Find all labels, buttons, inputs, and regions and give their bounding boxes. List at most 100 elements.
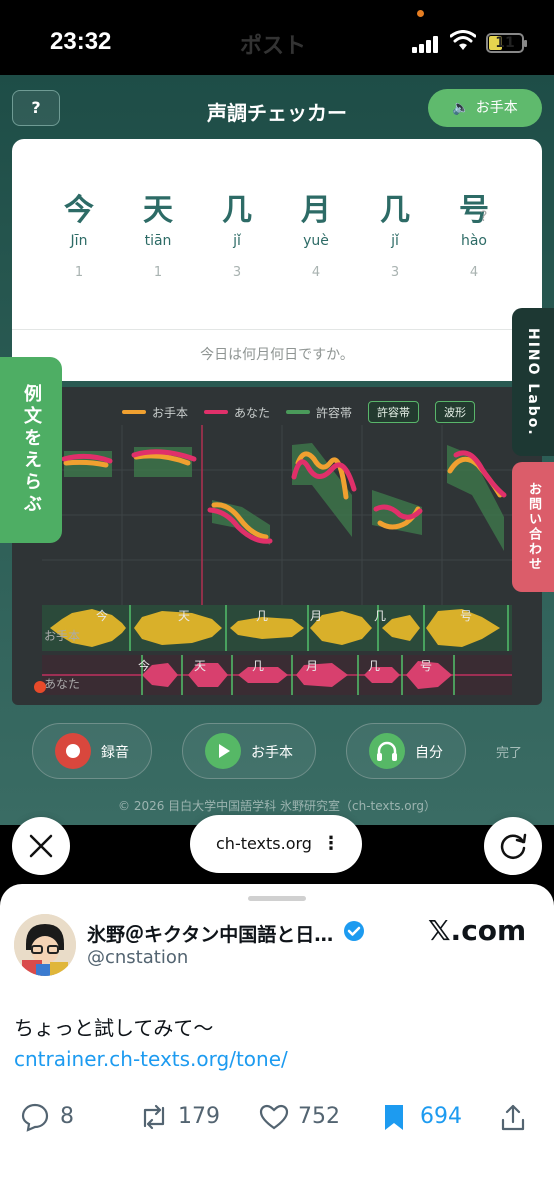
sentence-question-mark: ? xyxy=(480,209,488,225)
author-name[interactable]: 氷野＠キクタン中国語と日… xyxy=(87,920,387,947)
record-label: 録音 xyxy=(101,745,129,761)
band-toggle[interactable]: 許容帯 xyxy=(368,401,420,423)
verified-badge-icon xyxy=(344,921,364,941)
tweet-text: ちょっと試してみて〜 xyxy=(14,1016,214,1040)
status-bar: 23:32 ポスト 11 xyxy=(0,0,554,75)
pitch-panel: お手本 あなた 許容帯 許容帯 波形 今 天 几 月 几 号 今 天 几 月 几… xyxy=(12,387,542,705)
play-icon xyxy=(205,733,241,769)
reload-icon xyxy=(500,833,527,859)
model-waveform xyxy=(42,605,512,651)
syllable-2: 天 tiān 1 xyxy=(128,191,188,280)
syllable-1: 今 Jīn 1 xyxy=(49,191,109,280)
record-icon xyxy=(55,733,91,769)
retweet-count: 179 xyxy=(178,1104,220,1129)
reply-icon xyxy=(21,1103,49,1132)
pinyin: yuè xyxy=(303,233,329,249)
play-model-control[interactable]: お手本 xyxy=(182,723,316,779)
choose-sentence-tab[interactable]: 例文をえらぶ xyxy=(0,357,62,543)
tweet-sheet: 氷野＠キクタン中国語と日… @cnstation 𝕏.com ちょっと試してみて… xyxy=(0,884,554,1200)
record-button[interactable]: 録音 xyxy=(32,723,152,779)
hanzi: 天 xyxy=(143,193,173,228)
pinyin: tiān xyxy=(144,233,172,249)
done-label[interactable]: 完了 xyxy=(496,742,522,761)
reply-count: 8 xyxy=(60,1104,74,1129)
status-time: 23:32 xyxy=(50,28,112,55)
legend-model: お手本 xyxy=(122,404,188,421)
close-icon xyxy=(29,834,53,858)
user-wave-label: あなた xyxy=(44,677,81,691)
tone-number: 1 xyxy=(153,265,163,280)
hino-labo-tab[interactable]: HINO Labo. xyxy=(512,308,554,456)
model-curves xyxy=(63,451,503,540)
share-icon xyxy=(501,1104,525,1131)
user-seg-label: 几 xyxy=(368,659,381,673)
pinyin: Jīn xyxy=(70,233,88,249)
syllable-4: 月 yuè 4 xyxy=(286,191,346,280)
model-seg-label: 天 xyxy=(178,609,191,623)
model-wave-label: お手本 xyxy=(44,629,81,643)
more-icon[interactable]: ⋮ xyxy=(322,815,340,873)
legend-band: 許容帯 xyxy=(286,404,352,421)
model-seg-label: 今 xyxy=(96,609,109,623)
speaker-icon: 🔈 xyxy=(452,100,470,116)
share-button[interactable] xyxy=(498,1099,532,1135)
wifi-icon xyxy=(450,30,476,50)
sentence-card: 今 Jīn 1 天 tiān 1 几 jǐ 3 月 yuè 4 几 jǐ 3 号… xyxy=(12,139,542,381)
syllable-6: 号 hào 4 xyxy=(444,191,504,280)
translation-text: 今日は何月何日ですか。 xyxy=(200,347,354,363)
retweet-button[interactable]: 179 xyxy=(138,1099,228,1135)
hanzi: 今 xyxy=(64,193,94,228)
signal-icon xyxy=(412,35,442,53)
tweet-link[interactable]: cntrainer.ch-texts.org/tone/ xyxy=(14,1047,288,1071)
battery-level: 11 xyxy=(495,35,515,51)
heart-icon xyxy=(259,1104,289,1130)
user-seg-label: 月 xyxy=(306,659,319,673)
url-text: ch-texts.org xyxy=(216,834,312,853)
sheet-grabber[interactable] xyxy=(248,896,306,901)
reply-button[interactable]: 8 xyxy=(20,1099,80,1135)
pitch-plot xyxy=(42,425,542,605)
model-seg-label: 几 xyxy=(256,609,269,623)
author-handle[interactable]: @cnstation xyxy=(87,947,188,968)
pinyin: jǐ xyxy=(233,233,241,249)
user-seg-label: 今 xyxy=(138,659,151,673)
url-bar[interactable]: ch-texts.org ⋮ xyxy=(190,815,362,873)
tone-number: 3 xyxy=(232,265,242,280)
pitch-legend: お手本 あなた 許容帯 許容帯 波形 xyxy=(122,401,476,423)
syllable-3: 几 jǐ 3 xyxy=(207,191,267,280)
user-seg-label: 号 xyxy=(420,659,433,673)
legend-you: あなた xyxy=(204,404,270,421)
model-seg-label: 月 xyxy=(310,609,323,623)
model-seg-label: 号 xyxy=(460,609,473,623)
play-self-button[interactable]: 自分 xyxy=(346,723,466,779)
play-model-control-label: お手本 xyxy=(251,745,293,761)
model-seg-label: 几 xyxy=(374,609,387,623)
user-curves xyxy=(61,449,507,544)
tolerance-bands xyxy=(64,443,504,551)
wave-toggle[interactable]: 波形 xyxy=(435,401,476,423)
hanzi: 几 xyxy=(380,193,410,228)
syllable-5: 几 jǐ 3 xyxy=(365,191,425,280)
retweet-icon xyxy=(143,1104,165,1130)
user-waveform xyxy=(42,655,512,695)
play-model-label: お手本 xyxy=(475,100,518,116)
like-count: 752 xyxy=(298,1104,340,1129)
record-position-dot xyxy=(34,681,46,693)
tone-number: 1 xyxy=(74,265,84,280)
close-button[interactable] xyxy=(12,817,70,875)
privacy-indicator xyxy=(417,10,424,17)
pinyin: hào xyxy=(460,233,488,249)
avatar[interactable] xyxy=(14,914,76,976)
tone-number: 3 xyxy=(390,265,400,280)
hanzi: 几 xyxy=(222,193,252,228)
contact-tab[interactable]: お問い合わせ xyxy=(512,462,554,592)
divider xyxy=(12,329,542,330)
play-model-button[interactable]: 🔈 お手本 xyxy=(428,89,542,127)
bookmark-button[interactable]: 694 xyxy=(380,1099,470,1135)
reload-button[interactable] xyxy=(484,817,542,875)
tone-checker-app: ? 声調チェッカー 🔈 お手本 今 Jīn 1 天 tiān 1 几 jǐ 3 月… xyxy=(0,75,554,825)
tone-number: 4 xyxy=(311,265,321,280)
like-button[interactable]: 752 xyxy=(258,1099,348,1135)
pinyin: jǐ xyxy=(391,233,399,249)
bookmark-count: 694 xyxy=(420,1104,462,1129)
